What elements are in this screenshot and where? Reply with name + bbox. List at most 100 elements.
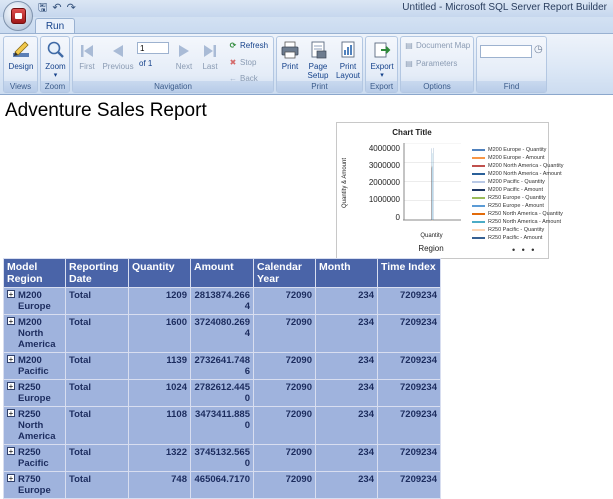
export-button[interactable]: Export ▾ bbox=[368, 40, 396, 80]
next-page-icon bbox=[175, 42, 193, 60]
legend-label: M200 North America - Amount bbox=[488, 171, 562, 177]
expand-toggle-icon[interactable]: + bbox=[7, 409, 15, 417]
legend-label: R250 Europe - Quantity bbox=[488, 195, 546, 201]
app-menu-button[interactable] bbox=[3, 1, 33, 31]
parameters-label: Parameters bbox=[416, 59, 457, 68]
column-header[interactable]: Reporting Date bbox=[66, 259, 129, 288]
amount-cell: 2813874.2664 bbox=[191, 288, 254, 315]
page-number-input[interactable] bbox=[137, 42, 169, 54]
quantity-cell: 1139 bbox=[129, 353, 191, 380]
legend-swatch bbox=[472, 149, 485, 151]
legend-more-indicator[interactable]: • • • bbox=[512, 245, 536, 255]
amount-cell: 2732641.7486 bbox=[191, 353, 254, 380]
time-index-cell: 7209234 bbox=[378, 315, 441, 353]
last-page-button[interactable]: Last bbox=[199, 42, 221, 71]
expand-toggle-icon[interactable]: + bbox=[7, 355, 15, 363]
x-tick-label: Quantity bbox=[409, 233, 454, 239]
ribbon-group-views: Design Views bbox=[3, 36, 38, 93]
expand-toggle-icon[interactable]: + bbox=[7, 382, 15, 390]
document-map-button[interactable]: ▤Document Map bbox=[404, 41, 470, 51]
region-text: M200 North America bbox=[18, 317, 62, 350]
region-cell: +R250 Europe bbox=[4, 380, 66, 407]
column-header[interactable]: Quantity bbox=[129, 259, 191, 288]
previous-page-button[interactable]: Previous bbox=[101, 42, 135, 71]
stop-label: Stop bbox=[240, 58, 256, 67]
table-row: +M200 EuropeTotal12092813874.26647209023… bbox=[4, 288, 441, 315]
zoom-button[interactable]: Zoom ▾ bbox=[42, 40, 69, 80]
tab-run[interactable]: Run bbox=[35, 18, 75, 34]
title-bar: 🖫 ↶ ↷ Untitled - Microsoft SQL Server Re… bbox=[0, 0, 613, 17]
export-icon bbox=[372, 40, 392, 60]
time-index-cell: 7209234 bbox=[378, 445, 441, 472]
region-cell: +M200 North America bbox=[4, 315, 66, 353]
legend-label: R250 North America - Quantity bbox=[488, 211, 563, 217]
table-row: +R750 EuropeTotal748465064.7170720902347… bbox=[4, 472, 441, 499]
print-button[interactable]: Print bbox=[278, 40, 302, 71]
parameters-button[interactable]: ▤Parameters bbox=[404, 59, 457, 69]
printer-icon bbox=[280, 40, 300, 60]
expand-toggle-icon[interactable]: + bbox=[7, 317, 15, 325]
calendar-year-cell: 72090 bbox=[254, 380, 316, 407]
legend-label: M200 North America - Quantity bbox=[488, 163, 564, 169]
column-header[interactable]: Amount bbox=[191, 259, 254, 288]
refresh-button[interactable]: ⟳Refresh bbox=[228, 41, 268, 51]
print-layout-button[interactable]: Print Layout bbox=[334, 40, 362, 80]
legend-label: R250 North America - Amount bbox=[488, 219, 561, 225]
table-row: +R250 North AmericaTotal11083473411.8850… bbox=[4, 407, 441, 445]
first-page-button[interactable]: First bbox=[75, 42, 99, 71]
legend-swatch bbox=[472, 173, 485, 175]
export-label: Export bbox=[370, 62, 393, 71]
find-binoculars-icon[interactable]: ◷ bbox=[534, 44, 543, 55]
legend-label: M200 Europe - Amount bbox=[488, 155, 545, 161]
region-text: R250 Pacific bbox=[18, 447, 62, 469]
print-group-label: Print bbox=[277, 81, 362, 92]
page-setup-icon bbox=[308, 40, 328, 60]
region-text: R250 Europe bbox=[18, 382, 62, 404]
region-cell: +R750 Europe bbox=[4, 472, 66, 499]
legend-swatch bbox=[472, 181, 485, 183]
column-header[interactable]: Month bbox=[316, 259, 378, 288]
report-builder-logo-icon bbox=[11, 8, 26, 24]
quantity-cell: 1322 bbox=[129, 445, 191, 472]
ribbon-group-export: Export ▾ Export bbox=[365, 36, 398, 93]
next-page-button[interactable]: Next bbox=[173, 42, 195, 71]
reporting-date-cell: Total bbox=[66, 380, 129, 407]
y-axis-label: Quantity & Amount bbox=[342, 158, 348, 208]
refresh-icon: ⟳ bbox=[228, 41, 238, 51]
legend-swatch bbox=[472, 229, 485, 231]
find-input[interactable] bbox=[480, 45, 532, 58]
legend-item: M200 Europe - Amount bbox=[472, 154, 564, 162]
month-cell: 234 bbox=[316, 380, 378, 407]
legend-label: M200 Europe - Quantity bbox=[488, 147, 546, 153]
chart-legend: M200 Europe - Quantity M200 Europe - Amou… bbox=[472, 146, 564, 242]
ribbon-group-find: ◷ Find bbox=[476, 36, 547, 93]
undo-icon[interactable]: ↶ bbox=[52, 1, 61, 15]
page-count-text: of 1 bbox=[139, 59, 152, 68]
expand-toggle-icon[interactable]: + bbox=[7, 474, 15, 482]
calendar-year-cell: 72090 bbox=[254, 407, 316, 445]
save-icon[interactable]: 🖫 bbox=[38, 1, 47, 15]
expand-toggle-icon[interactable]: + bbox=[7, 290, 15, 298]
stop-button[interactable]: ✖Stop bbox=[228, 58, 256, 68]
last-page-icon bbox=[201, 42, 219, 60]
document-map-label: Document Map bbox=[416, 41, 470, 50]
calendar-year-cell: 72090 bbox=[254, 472, 316, 499]
expand-toggle-icon[interactable]: + bbox=[7, 447, 15, 455]
amount-cell: 3473411.8850 bbox=[191, 407, 254, 445]
redo-icon[interactable]: ↷ bbox=[67, 1, 76, 15]
column-header[interactable]: Model Region bbox=[4, 259, 66, 288]
column-header[interactable]: Time Index bbox=[378, 259, 441, 288]
design-button[interactable]: Design bbox=[6, 40, 36, 71]
options-group-label: Options bbox=[401, 81, 473, 92]
calendar-year-cell: 72090 bbox=[254, 288, 316, 315]
magnifier-icon bbox=[46, 40, 66, 60]
region-cell: +R250 North America bbox=[4, 407, 66, 445]
quick-access-toolbar: 🖫 ↶ ↷ bbox=[38, 1, 76, 15]
calendar-year-cell: 72090 bbox=[254, 315, 316, 353]
y-tick-label: 4000000 bbox=[337, 144, 400, 153]
page-setup-button[interactable]: Page Setup bbox=[304, 40, 332, 80]
print-layout-label: Print Layout bbox=[336, 62, 360, 80]
column-header[interactable]: Calendar Year bbox=[254, 259, 316, 288]
views-group-label: Views bbox=[4, 81, 37, 92]
amount-cell: 3745132.5650 bbox=[191, 445, 254, 472]
